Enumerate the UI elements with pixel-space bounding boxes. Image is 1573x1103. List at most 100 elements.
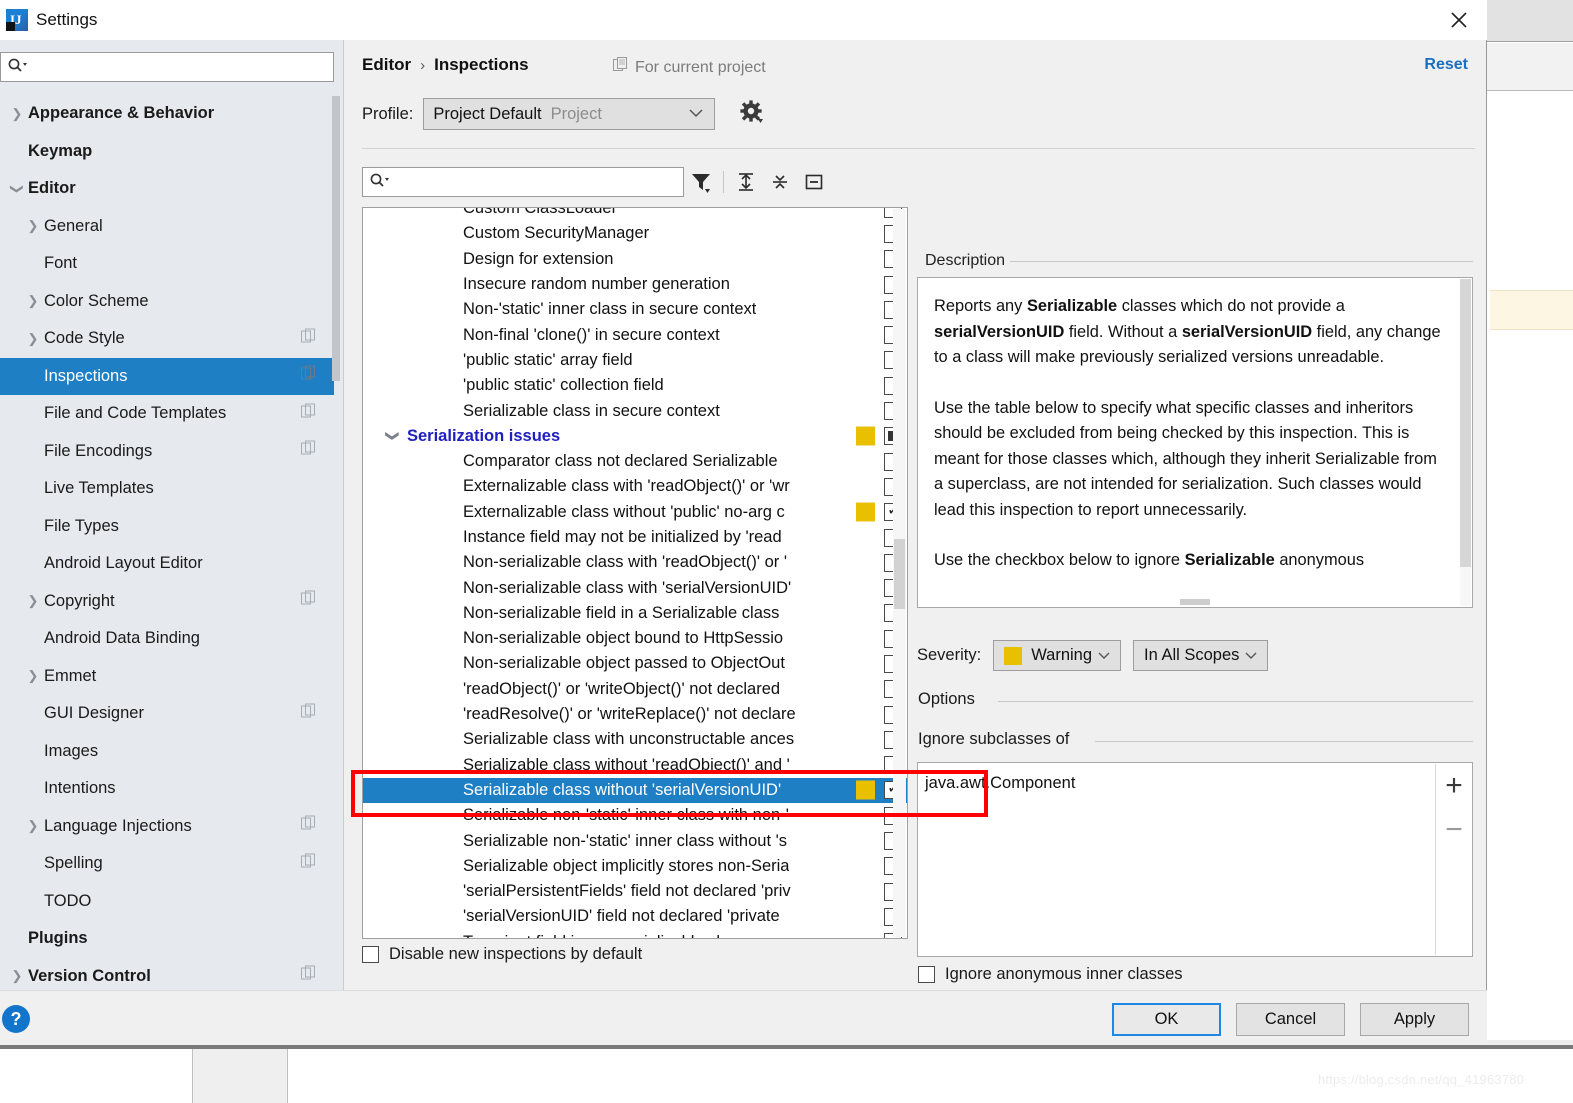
inspection-row[interactable]: 'public static' collection field bbox=[363, 373, 907, 398]
chevron-right-icon[interactable]: ❯ bbox=[6, 968, 28, 984]
inspection-row[interactable]: Non-serializable field in a Serializable… bbox=[363, 601, 907, 626]
inspection-row[interactable]: Serializable non-'static' inner class wi… bbox=[363, 828, 907, 853]
profile-select[interactable]: Project Default Project bbox=[423, 98, 716, 130]
sidebar-item-android-layout-editor[interactable]: Android Layout Editor bbox=[0, 545, 334, 583]
sidebar-item-file-and-code-templates[interactable]: File and Code Templates bbox=[0, 395, 334, 433]
ignore-subclass-item[interactable]: java.awt.Component bbox=[925, 771, 1472, 795]
description-scrollbar[interactable] bbox=[1460, 279, 1471, 606]
ignore-subclasses-list[interactable]: java.awt.Component bbox=[918, 763, 1472, 795]
sidebar-item-code-style[interactable]: ❯ Code Style bbox=[0, 320, 334, 358]
settings-tree[interactable]: ❯ Appearance & Behavior Keymap ❯ Editor ❯ Gene… bbox=[0, 95, 334, 990]
sidebar-item-language-injections[interactable]: ❯ Language Injections bbox=[0, 808, 334, 846]
inspection-row[interactable]: 'readResolve()' or 'writeReplace()' not … bbox=[363, 702, 907, 727]
inspections-scrollbar-thumb[interactable] bbox=[894, 539, 905, 609]
inspection-group-row[interactable]: ❯ Serialization issues bbox=[363, 424, 907, 449]
inspection-row[interactable]: Design for extension bbox=[363, 247, 907, 272]
inspection-row[interactable]: Custom ClassLoader bbox=[363, 208, 907, 221]
disable-new-inspections-checkbox[interactable] bbox=[362, 946, 379, 963]
inspection-row[interactable]: Serializable class in secure context bbox=[363, 398, 907, 423]
sidebar-item-intentions[interactable]: Intentions bbox=[0, 770, 334, 808]
sidebar-item-file-types[interactable]: File Types bbox=[0, 508, 334, 546]
inspection-row[interactable]: Serializable class with unconstructable … bbox=[363, 727, 907, 752]
sidebar-scrollbar-thumb[interactable] bbox=[332, 96, 340, 381]
inspection-row[interactable]: Non-serializable object passed to Object… bbox=[363, 651, 907, 676]
collapse-all-icon[interactable] bbox=[763, 167, 797, 197]
cancel-button[interactable]: Cancel bbox=[1236, 1003, 1345, 1036]
sidebar-item-keymap[interactable]: Keymap bbox=[0, 133, 334, 171]
inspection-row[interactable]: 'serialPersistentFields' field not decla… bbox=[363, 879, 907, 904]
sidebar-search-field[interactable] bbox=[29, 57, 333, 77]
add-subclass-button[interactable]: + bbox=[1436, 764, 1472, 808]
inspection-row[interactable]: Non-'static' inner class in secure conte… bbox=[363, 297, 907, 322]
inspection-row[interactable]: Serializable class without 'readObject()… bbox=[363, 753, 907, 778]
chevron-down-icon[interactable]: ❯ bbox=[9, 178, 25, 200]
sidebar-item-color-scheme[interactable]: ❯ Color Scheme bbox=[0, 283, 334, 321]
inspection-row[interactable]: 'public static' array field bbox=[363, 348, 907, 373]
inspection-row[interactable]: Transient field in non-serializable clas… bbox=[363, 930, 907, 938]
sidebar-item-live-templates[interactable]: Live Templates bbox=[0, 470, 334, 508]
apply-button[interactable]: Apply bbox=[1360, 1003, 1469, 1036]
sidebar-item-gui-designer[interactable]: GUI Designer bbox=[0, 695, 334, 733]
inspection-row[interactable]: Non-final 'clone()' in secure context bbox=[363, 322, 907, 347]
inspections-scrollbar[interactable] bbox=[893, 209, 906, 937]
expand-all-icon[interactable] bbox=[729, 167, 763, 197]
sidebar-item-copyright[interactable]: ❯ Copyright bbox=[0, 583, 334, 621]
inspection-row[interactable]: Serializable non-'static' inner class wi… bbox=[363, 803, 907, 828]
inspection-row[interactable]: Non-serializable class with 'serialVersi… bbox=[363, 575, 907, 600]
sidebar-scrollbar[interactable] bbox=[332, 96, 340, 976]
sidebar-item-file-encodings[interactable]: File Encodings bbox=[0, 433, 334, 471]
inspection-row[interactable]: Externalizable class without 'public' no… bbox=[363, 500, 907, 525]
disable-new-inspections-row[interactable]: Disable new inspections by default bbox=[362, 945, 642, 964]
chevron-right-icon[interactable]: ❯ bbox=[22, 218, 44, 234]
inspection-search-input[interactable] bbox=[362, 167, 684, 197]
inspection-search-field[interactable] bbox=[391, 172, 683, 192]
chevron-right-icon[interactable]: ❯ bbox=[22, 668, 44, 684]
ignore-anonymous-row[interactable]: Ignore anonymous inner classes bbox=[918, 965, 1183, 984]
help-icon[interactable]: ? bbox=[2, 1005, 30, 1033]
sidebar-search-input[interactable] bbox=[0, 52, 334, 82]
chevron-right-icon[interactable]: ❯ bbox=[22, 818, 44, 834]
minus-box-icon[interactable] bbox=[797, 167, 831, 197]
sidebar-item-font[interactable]: Font bbox=[0, 245, 334, 283]
inspection-row[interactable]: 'serialVersionUID' field not declared 'p… bbox=[363, 904, 907, 929]
reset-link[interactable]: Reset bbox=[1424, 56, 1468, 74]
sidebar-item-spelling[interactable]: Spelling bbox=[0, 845, 334, 883]
sidebar-item-version-control[interactable]: ❯ Version Control bbox=[0, 958, 334, 991]
ok-button[interactable]: OK bbox=[1112, 1003, 1221, 1036]
remove-subclass-button[interactable]: − bbox=[1436, 808, 1472, 852]
close-icon[interactable] bbox=[1431, 0, 1487, 40]
inspections-tree-panel[interactable]: Custom ClassLoader Custom SecurityManager… bbox=[362, 207, 908, 939]
sidebar-item-emmet[interactable]: ❯ Emmet bbox=[0, 658, 334, 696]
scope-select[interactable]: In All Scopes bbox=[1133, 640, 1269, 671]
inspection-row[interactable]: 'readObject()' or 'writeObject()' not de… bbox=[363, 677, 907, 702]
sidebar-item-plugins[interactable]: Plugins bbox=[0, 920, 334, 958]
inspections-list[interactable]: Custom ClassLoader Custom SecurityManager… bbox=[363, 208, 907, 938]
breadcrumb-root[interactable]: Editor bbox=[362, 55, 411, 75]
inspection-row[interactable]: Instance field may not be initialized by… bbox=[363, 525, 907, 550]
sidebar-item-android-data-binding[interactable]: Android Data Binding bbox=[0, 620, 334, 658]
inspection-row[interactable]: Custom SecurityManager bbox=[363, 221, 907, 246]
sidebar-item-editor[interactable]: ❯ Editor bbox=[0, 170, 334, 208]
chevron-right-icon[interactable]: ❯ bbox=[22, 293, 44, 309]
inspection-row[interactable]: Insecure random number generation bbox=[363, 272, 907, 297]
inspection-row[interactable]: Non-serializable object bound to HttpSes… bbox=[363, 626, 907, 651]
chevron-right-icon[interactable]: ❯ bbox=[6, 106, 28, 122]
severity-select[interactable]: Warning bbox=[993, 640, 1122, 671]
sidebar-item-general[interactable]: ❯ General bbox=[0, 208, 334, 246]
sidebar-item-todo[interactable]: TODO bbox=[0, 883, 334, 921]
ignore-anonymous-checkbox[interactable] bbox=[918, 966, 935, 983]
description-resize-grip[interactable] bbox=[1180, 599, 1210, 605]
inspection-row[interactable]: Non-serializable class with 'readObject(… bbox=[363, 550, 907, 575]
sidebar-item-images[interactable]: Images bbox=[0, 733, 334, 771]
inspection-row[interactable]: Serializable object implicitly stores no… bbox=[363, 854, 907, 879]
ignore-subclasses-table[interactable]: java.awt.Component + − bbox=[917, 762, 1473, 957]
inspection-row[interactable]: Serializable class without 'serialVersio… bbox=[363, 777, 907, 804]
gear-icon[interactable] bbox=[739, 99, 765, 130]
description-box[interactable]: Reports any Serializable classes which d… bbox=[917, 277, 1473, 608]
chevron-down-icon[interactable]: ❯ bbox=[363, 428, 407, 444]
sidebar-item-inspections[interactable]: Inspections bbox=[0, 357, 334, 395]
chevron-right-icon[interactable]: ❯ bbox=[22, 331, 44, 347]
chevron-right-icon[interactable]: ❯ bbox=[22, 593, 44, 609]
inspection-row[interactable]: Externalizable class with 'readObject()'… bbox=[363, 474, 907, 499]
filter-icon[interactable] bbox=[684, 167, 718, 197]
